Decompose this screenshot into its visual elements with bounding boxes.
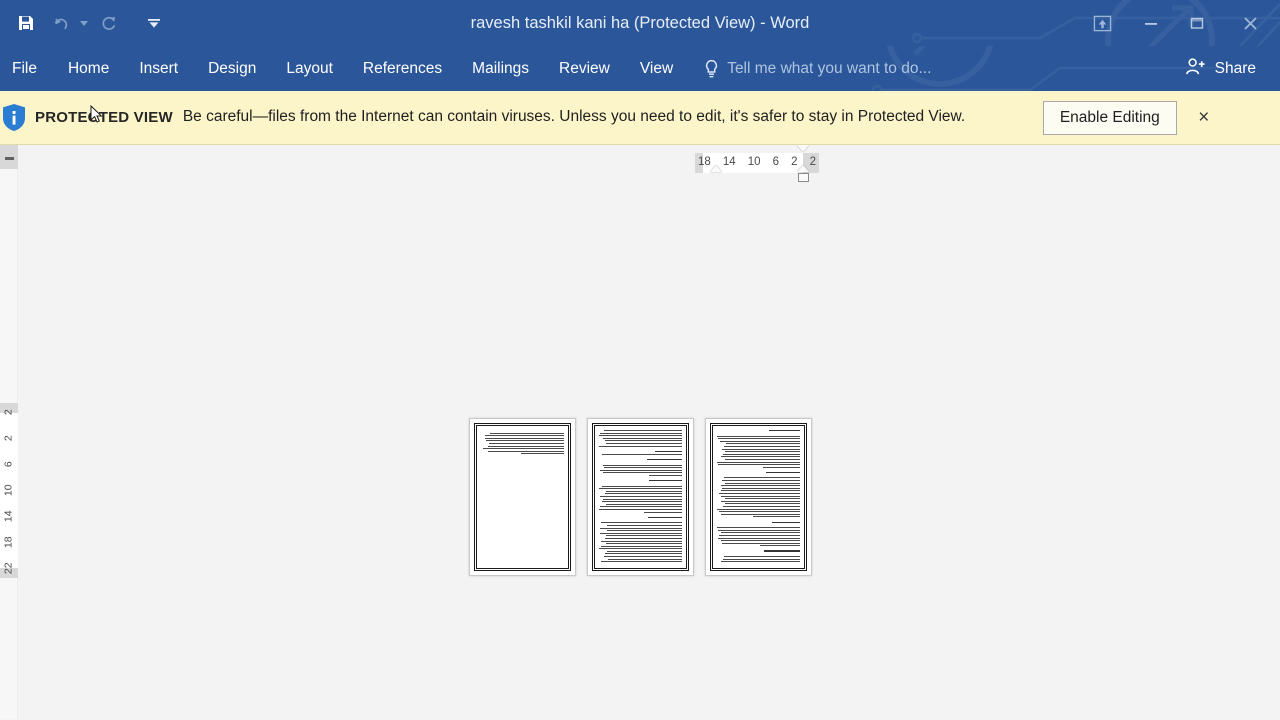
quick-access-toolbar xyxy=(0,0,167,46)
hruler-tick-1: 14 xyxy=(723,157,736,169)
page-thumbnail[interactable] xyxy=(705,418,812,576)
close-button[interactable] xyxy=(1220,0,1280,46)
protected-view-message: Be careful—files from the Internet can c… xyxy=(183,107,1043,128)
hruler-tick-5: 2 xyxy=(810,157,816,169)
hruler-tick-0: 18 xyxy=(698,157,711,169)
customize-quick-access-toolbar[interactable] xyxy=(141,8,167,38)
page-3-text xyxy=(717,430,800,564)
tab-layout[interactable]: Layout xyxy=(271,46,348,91)
restore-icon xyxy=(1189,16,1205,30)
save-icon xyxy=(17,14,35,32)
tab-mailings[interactable]: Mailings xyxy=(457,46,544,91)
chevron-down-icon xyxy=(148,19,160,28)
first-line-indent-marker[interactable] xyxy=(797,145,809,152)
protected-view-bar: PROTECTED VIEW Be careful—files from the… xyxy=(0,91,1280,145)
info-shield-icon xyxy=(1,104,27,131)
vruler-tick-1: 2 xyxy=(4,435,15,441)
tab-insert[interactable]: Insert xyxy=(124,46,193,91)
ribbon-tabs: File Home Insert Design Layout Reference… xyxy=(0,46,931,91)
title-bar: ravesh tashkil kani ha (Protected View) … xyxy=(0,0,1280,46)
vruler-tick-6: 22 xyxy=(4,563,15,575)
document-workspace[interactable]: 18 14 10 6 2 2 2 2 6 10 14 18 22 xyxy=(0,145,1280,719)
tell-me-search[interactable]: Tell me what you want to do... xyxy=(704,46,931,91)
save-button[interactable] xyxy=(9,8,43,38)
share-label: Share xyxy=(1215,60,1256,78)
hruler-tick-3: 6 xyxy=(773,157,779,169)
vruler-tick-5: 18 xyxy=(4,537,15,549)
undo-icon xyxy=(51,14,70,33)
share-button[interactable]: Share xyxy=(1173,46,1268,91)
vertical-ruler-ticks: 2 2 6 10 14 18 22 xyxy=(0,403,18,578)
right-indent-marker[interactable] xyxy=(797,165,809,172)
redo-icon xyxy=(99,14,118,33)
page-1-text xyxy=(481,430,564,564)
minimize-button[interactable] xyxy=(1128,0,1174,46)
tab-view[interactable]: View xyxy=(625,46,688,91)
page-thumbnail[interactable] xyxy=(587,418,694,576)
restore-button[interactable] xyxy=(1174,0,1220,46)
close-protected-view-bar-button[interactable]: × xyxy=(1187,101,1221,135)
minimize-icon xyxy=(1143,16,1159,30)
ribbon-display-options-button[interactable] xyxy=(1076,0,1128,46)
redo-button[interactable] xyxy=(91,8,125,38)
tell-me-placeholder: Tell me what you want to do... xyxy=(727,60,931,78)
ribbon-tab-bar: File Home Insert Design Layout Reference… xyxy=(0,46,1280,91)
tab-home[interactable]: Home xyxy=(53,46,124,91)
share-person-icon xyxy=(1185,57,1206,81)
vruler-tick-0: 2 xyxy=(4,409,15,415)
tab-review[interactable]: Review xyxy=(544,46,625,91)
left-tab-icon xyxy=(5,157,14,160)
tab-references[interactable]: References xyxy=(348,46,457,91)
left-indent-marker[interactable] xyxy=(798,173,809,182)
tab-stop-selector[interactable] xyxy=(0,145,18,169)
close-icon xyxy=(1242,15,1259,32)
window-controls xyxy=(1076,0,1280,46)
vruler-tick-4: 14 xyxy=(4,511,15,523)
undo-button[interactable] xyxy=(43,8,77,38)
hruler-tick-2: 10 xyxy=(748,157,761,169)
enable-editing-button[interactable]: Enable Editing xyxy=(1043,101,1177,135)
tab-file[interactable]: File xyxy=(0,46,53,91)
page-2-text xyxy=(599,430,682,564)
chevron-down-icon xyxy=(80,21,88,26)
document-pages xyxy=(0,418,1280,576)
hanging-indent-marker[interactable] xyxy=(710,165,722,172)
page-thumbnail[interactable] xyxy=(469,418,576,576)
vruler-tick-2: 6 xyxy=(4,461,15,467)
ribbon-display-options-icon xyxy=(1093,14,1112,33)
vruler-tick-3: 10 xyxy=(4,485,15,497)
lightbulb-icon xyxy=(704,59,719,78)
undo-dropdown-button[interactable] xyxy=(77,8,91,38)
vertical-ruler[interactable]: 2 2 6 10 14 18 22 xyxy=(0,403,18,578)
tab-design[interactable]: Design xyxy=(193,46,271,91)
protected-view-badge: PROTECTED VIEW xyxy=(35,109,173,126)
